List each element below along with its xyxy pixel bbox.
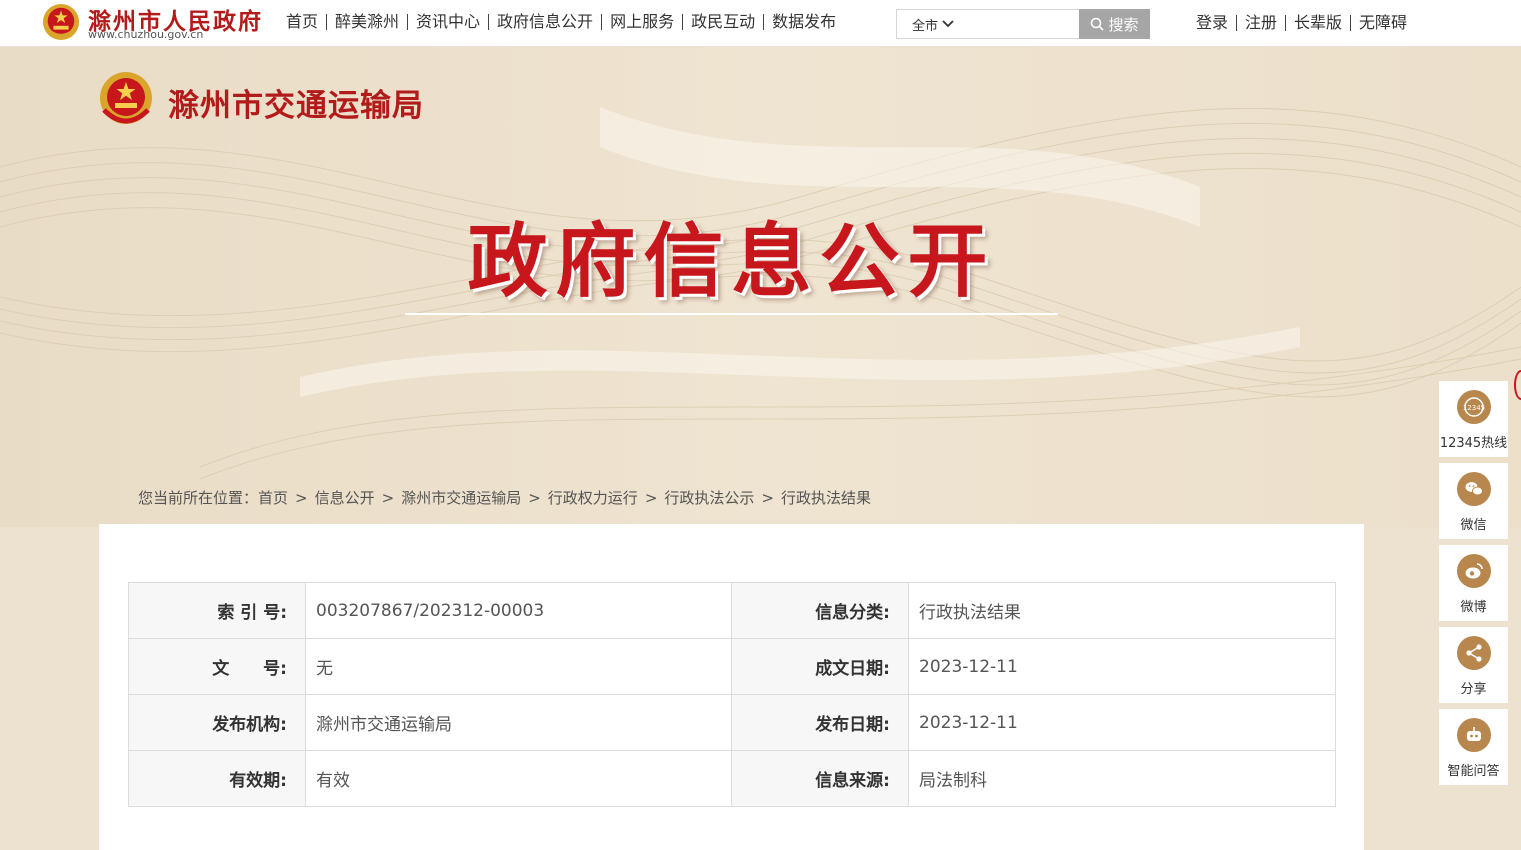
chevron-down-icon bbox=[942, 20, 954, 28]
info-category-value: 行政执法结果 bbox=[908, 582, 1336, 639]
svg-text:12345: 12345 bbox=[1462, 404, 1484, 412]
document-number-label: 文 号: bbox=[128, 638, 306, 695]
breadcrumb-prefix: 您当前所在位置： bbox=[138, 489, 259, 507]
banner-title: 政府信息公开 bbox=[467, 215, 996, 308]
breadcrumb: 您当前所在位置： 首页 > 信息公开 > 滁州市交通运输局 > 行政权力运行 >… bbox=[138, 487, 871, 508]
index-number-value: 003207867/202312-00003 bbox=[305, 582, 732, 639]
validity-label: 有效期: bbox=[128, 750, 306, 807]
accessibility-link[interactable]: 无障碍 bbox=[1351, 12, 1415, 34]
share-label: 分享 bbox=[1460, 682, 1487, 697]
info-source-label: 信息来源: bbox=[731, 750, 909, 807]
nav-item-home[interactable]: 首页 bbox=[278, 11, 326, 33]
weibo-button[interactable]: 微博 bbox=[1439, 545, 1508, 621]
content-card: 索 引 号: 003207867/202312-00003 信息分类: 行政执法… bbox=[99, 524, 1364, 850]
table-row: 索 引 号: 003207867/202312-00003 信息分类: 行政执法… bbox=[128, 582, 1336, 639]
nav-item-gov-info-disclosure[interactable]: 政府信息公开 bbox=[489, 11, 601, 33]
publish-date-value: 2023-12-11 bbox=[908, 694, 1336, 751]
national-emblem-icon[interactable] bbox=[42, 3, 80, 41]
login-link[interactable]: 登录 bbox=[1188, 12, 1236, 34]
weibo-label: 微博 bbox=[1460, 600, 1487, 615]
bureau-name: 滁州市交通运输局 bbox=[168, 88, 424, 124]
edge-decoration bbox=[1514, 370, 1521, 400]
table-row: 文 号: 无 成文日期: 2023-12-11 bbox=[128, 638, 1336, 695]
search-icon bbox=[1091, 17, 1105, 31]
validity-value: 有效 bbox=[305, 750, 732, 807]
publisher-value: 滁州市交通运输局 bbox=[305, 694, 732, 751]
breadcrumb-separator: > bbox=[295, 488, 308, 507]
banner-underline bbox=[405, 313, 1058, 315]
breadcrumb-item-home[interactable]: 首页 bbox=[258, 487, 288, 508]
index-number-label: 索 引 号: bbox=[128, 582, 306, 639]
table-row: 发布机构: 滁州市交通运输局 发布日期: 2023-12-11 bbox=[128, 694, 1336, 751]
search-input[interactable] bbox=[971, 12, 1075, 36]
hotline-12345-label: 12345热线 bbox=[1439, 436, 1508, 451]
breadcrumb-item-law-enforcement-notice[interactable]: 行政执法公示 bbox=[664, 487, 754, 508]
document-meta-table: 索 引 号: 003207867/202312-00003 信息分类: 行政执法… bbox=[128, 582, 1336, 807]
breadcrumb-item-law-enforcement-result[interactable]: 行政执法结果 bbox=[781, 487, 871, 508]
breadcrumb-item-bureau[interactable]: 滁州市交通运输局 bbox=[401, 487, 521, 508]
share-icon bbox=[1456, 636, 1491, 670]
written-date-label: 成文日期: bbox=[731, 638, 909, 695]
wechat-label: 微信 bbox=[1460, 518, 1487, 533]
top-bar: 滁州市人民政府 www.chuzhou.gov.cn 首页 醉美滁州 资讯中心 … bbox=[0, 0, 1521, 47]
main-nav: 首页 醉美滁州 资讯中心 政府信息公开 网上服务 政民互动 数据发布 bbox=[278, 11, 844, 33]
info-source-value: 局法制科 bbox=[908, 750, 1336, 807]
national-emblem-icon bbox=[100, 72, 152, 124]
smart-qa-button[interactable]: 智能问答 bbox=[1439, 709, 1508, 785]
search-scope-select[interactable]: 全市 bbox=[897, 10, 969, 38]
banner: 滁州市交通运输局 政府信息公开 bbox=[0, 47, 1521, 527]
nav-item-interaction[interactable]: 政民互动 bbox=[683, 11, 763, 33]
search-button[interactable]: 搜索 bbox=[1079, 9, 1150, 39]
wechat-icon bbox=[1456, 472, 1491, 506]
publisher-label: 发布机构: bbox=[128, 694, 306, 751]
search-scope-value: 全市 bbox=[911, 18, 938, 34]
publish-date-label: 发布日期: bbox=[731, 694, 909, 751]
nav-item-beautiful-chuzhou[interactable]: 醉美滁州 bbox=[327, 11, 407, 33]
floating-toolbar: 12345 12345热线 微信 微博 分享 智能问答 bbox=[1439, 381, 1508, 791]
user-links: 登录 注册 长辈版 无障碍 bbox=[1188, 12, 1415, 34]
hotline-12345-button[interactable]: 12345 12345热线 bbox=[1439, 381, 1508, 457]
breadcrumb-item-admin-power[interactable]: 行政权力运行 bbox=[548, 487, 638, 508]
search-box: 全市 搜索 bbox=[896, 9, 1150, 39]
hotline-12345-icon: 12345 bbox=[1456, 390, 1491, 424]
smart-qa-label: 智能问答 bbox=[1447, 764, 1500, 779]
robot-icon bbox=[1456, 718, 1491, 752]
search-button-label: 搜索 bbox=[1108, 15, 1139, 34]
share-button[interactable]: 分享 bbox=[1439, 627, 1508, 703]
info-category-label: 信息分类: bbox=[731, 582, 909, 639]
nav-item-news-center[interactable]: 资讯中心 bbox=[408, 11, 488, 33]
document-number-value: 无 bbox=[305, 638, 732, 695]
written-date-value: 2023-12-11 bbox=[908, 638, 1336, 695]
elder-mode-link[interactable]: 长辈版 bbox=[1286, 12, 1350, 34]
site-url: www.chuzhou.gov.cn bbox=[88, 28, 204, 41]
register-link[interactable]: 注册 bbox=[1237, 12, 1285, 34]
breadcrumb-separator: > bbox=[761, 488, 774, 507]
wechat-button[interactable]: 微信 bbox=[1439, 463, 1508, 539]
nav-item-online-services[interactable]: 网上服务 bbox=[602, 11, 682, 33]
breadcrumb-separator: > bbox=[381, 488, 395, 507]
breadcrumb-separator: > bbox=[528, 488, 541, 507]
breadcrumb-separator: > bbox=[644, 488, 658, 507]
weibo-icon bbox=[1456, 554, 1491, 588]
table-row: 有效期: 有效 信息来源: 局法制科 bbox=[128, 750, 1336, 807]
nav-item-data-release[interactable]: 数据发布 bbox=[764, 11, 844, 33]
breadcrumb-item-info-disclosure[interactable]: 信息公开 bbox=[315, 487, 375, 508]
